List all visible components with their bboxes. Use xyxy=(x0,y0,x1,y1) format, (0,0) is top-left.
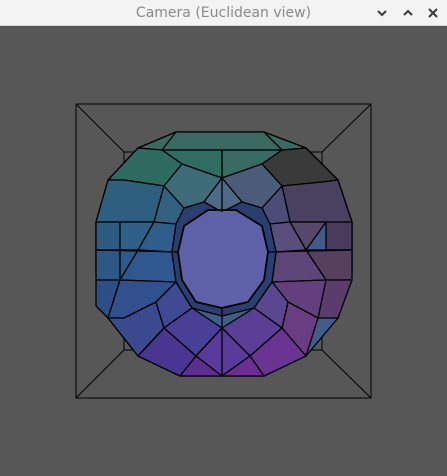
close-button[interactable] xyxy=(423,3,443,23)
polyhedron xyxy=(95,131,353,377)
scene-canvas[interactable] xyxy=(0,26,447,476)
camera-window: Camera (Euclidean view) xyxy=(0,0,447,476)
chevron-down-icon xyxy=(377,10,387,17)
title-bar[interactable]: Camera (Euclidean view) xyxy=(0,0,447,26)
chevron-up-icon xyxy=(403,9,413,16)
3d-viewport[interactable] xyxy=(0,26,447,476)
maximize-button[interactable] xyxy=(398,3,418,23)
minimize-button[interactable] xyxy=(372,3,392,23)
close-icon xyxy=(428,8,438,18)
